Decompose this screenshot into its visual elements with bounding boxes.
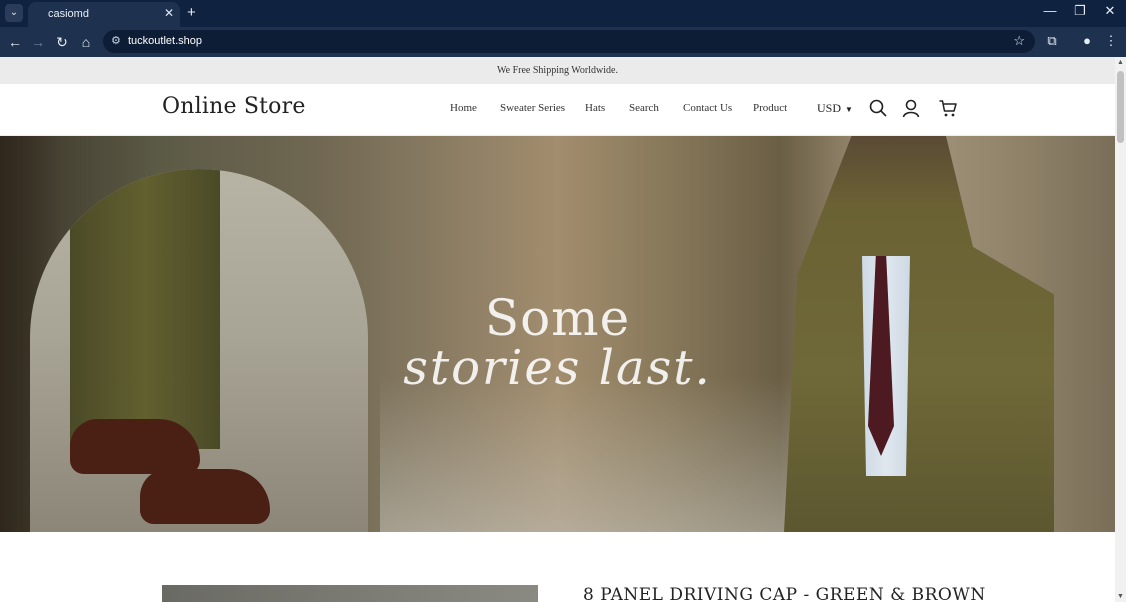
product-image[interactable] [162,585,538,602]
page-scrollbar[interactable]: ▲ ▼ [1115,57,1126,602]
site-header: Online Store Home Sweater Series Hats Se… [0,84,1115,136]
announcement-bar: We Free Shipping Worldwide. [0,57,1115,84]
currency-value: USD [817,101,842,115]
site-info-icon[interactable]: ⚙ [111,34,121,47]
tab-title: casiomd [48,8,89,20]
scroll-down-icon[interactable]: ▼ [1117,593,1124,600]
close-window-icon[interactable]: ✕ [1100,3,1120,19]
store-logo[interactable]: Online Store [162,94,306,119]
minimize-icon[interactable]: — [1040,3,1060,18]
nav-contact-us[interactable]: Contact Us [683,102,732,114]
profile-icon[interactable]: ● [1078,33,1096,48]
url-text[interactable]: tuckoutlet.shop [128,35,202,47]
search-icon[interactable] [868,98,888,118]
address-bar[interactable]: ⚙ tuckoutlet.shop ☆ [103,30,1035,53]
product-title[interactable]: 8 PANEL DRIVING CAP - GREEN & BROWN [583,585,986,602]
hero-street-image [380,376,800,532]
bookmark-star-icon[interactable]: ☆ [1013,33,1025,49]
tab-close-icon[interactable]: ✕ [164,6,174,20]
account-icon[interactable] [901,98,921,118]
hero-banner[interactable]: Some stories last. [0,136,1115,532]
home-icon[interactable]: ⌂ [77,33,95,51]
loafer-image [70,419,200,474]
browser-toolbar: ← → ↻ ⌂ ⚙ tuckoutlet.shop ☆ ⧉ ● ⋮ [0,27,1126,57]
loafer-image [140,469,270,524]
extensions-icon[interactable]: ⧉ [1043,33,1061,49]
new-tab-button[interactable]: + [187,4,196,22]
reload-icon[interactable]: ↻ [53,33,71,51]
restore-icon[interactable]: ❐ [1070,3,1090,19]
currency-selector[interactable]: USD ▼ [817,101,853,116]
nav-search[interactable]: Search [629,102,659,114]
browser-tab-bar: ⌄ casiomd ✕ + — ❐ ✕ [0,0,1126,27]
browser-tab[interactable]: casiomd ✕ [28,2,180,27]
back-icon[interactable]: ← [6,33,24,51]
forward-icon[interactable]: → [29,33,47,51]
nav-sweater-series[interactable]: Sweater Series [500,102,565,114]
hero-line-2: stories last. [403,340,712,396]
hero-line-1: Some [484,289,631,347]
tab-search-button[interactable]: ⌄ [5,4,23,22]
nav-hats[interactable]: Hats [585,102,605,114]
page-viewport: We Free Shipping Worldwide. Online Store… [0,57,1115,602]
browser-menu-icon[interactable]: ⋮ [1102,33,1120,49]
nav-home[interactable]: Home [450,102,477,114]
cart-icon[interactable] [938,98,958,118]
scroll-up-icon[interactable]: ▲ [1117,59,1124,66]
hero-headline: Some stories last. [0,289,1115,396]
nav-product[interactable]: Product [753,102,787,114]
caret-down-icon: ▼ [845,104,853,114]
scrollbar-thumb[interactable] [1117,71,1124,143]
